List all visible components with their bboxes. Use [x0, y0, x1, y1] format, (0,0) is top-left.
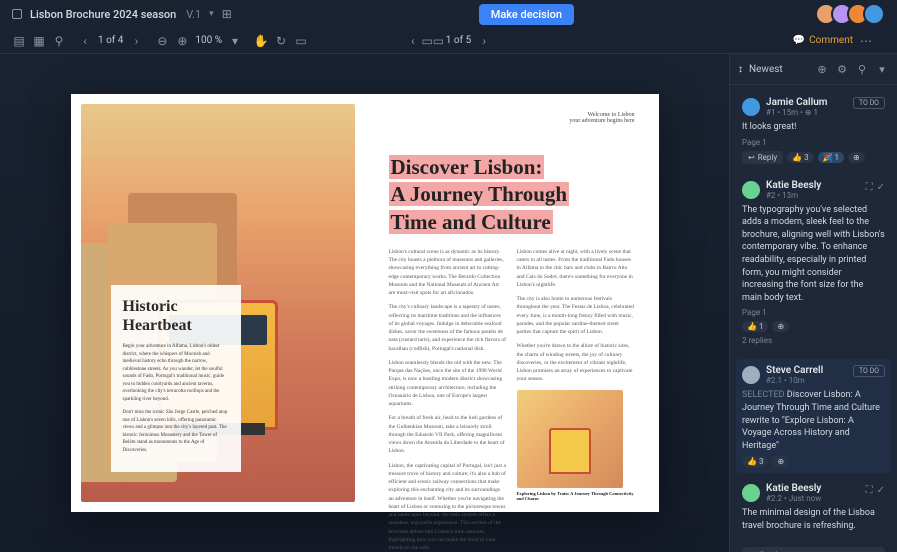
- prev-page-icon[interactable]: ‹: [78, 34, 92, 48]
- page-right: Welcome to Lisbon your adventure begins …: [365, 94, 659, 512]
- body-text: The city is also home to numerous festiv…: [517, 295, 635, 336]
- hand-tool-icon[interactable]: ✋: [254, 34, 268, 48]
- toolbar: ▤ ▦ ⚲ ‹ 1 of 4 › ⊖ ⊕ 100 % ▾ ✋ ↻ ▭ ‹ ▭▭ …: [0, 28, 897, 54]
- body-text: For a breath of fresh air, head to the l…: [389, 414, 507, 455]
- body-text: Don't miss the iconic São Jorge Castle, …: [123, 409, 229, 454]
- link-icon[interactable]: ⛶: [866, 485, 873, 496]
- document-title: Lisbon Brochure 2024 season: [30, 8, 176, 21]
- reaction[interactable]: 🎉 1: [818, 152, 844, 163]
- app-icon: [12, 9, 22, 19]
- search-icon[interactable]: ⚲: [855, 62, 869, 76]
- status-badge[interactable]: TO DO: [853, 365, 885, 377]
- canvas[interactable]: Historic Heartbeat Begin your adventure …: [0, 54, 729, 552]
- prev-spread-icon[interactable]: ‹: [406, 34, 420, 48]
- comment-meta: #1 • 15m • ⊕ 1: [766, 108, 827, 117]
- body-text: Whether you're drawn to the allure of hi…: [517, 342, 635, 383]
- comment-body: It looks great!: [742, 121, 885, 134]
- sort-icon[interactable]: ↕: [738, 64, 743, 75]
- body-text: Lisbon seamlessly blends the old with th…: [389, 359, 507, 409]
- reaction[interactable]: 👍 3: [787, 152, 813, 163]
- comment-body: SELECTED Discover Lisbon: A Journey Thro…: [742, 389, 885, 452]
- left-text-card: Historic Heartbeat Begin your adventure …: [111, 285, 241, 472]
- spread-icon: ▭▭: [426, 34, 440, 48]
- spread-indicator: 1 of 5: [446, 35, 471, 46]
- comment[interactable]: Steve Carrell #2.1 • 10m TO DO SELECTED …: [736, 359, 891, 473]
- status-badge[interactable]: TO DO: [853, 97, 885, 109]
- comment[interactable]: Katie Beesly #2.2 • Just now ⛶ ✓ The mini…: [736, 477, 891, 542]
- next-spread-icon[interactable]: ›: [477, 34, 491, 48]
- settings-icon[interactable]: ⚙: [835, 62, 849, 76]
- avatar: [742, 181, 760, 199]
- body-text: Begin your adventure in Alfama, Lisbon's…: [123, 343, 229, 403]
- body-text: The city's culinary landscape is a tapes…: [389, 303, 507, 353]
- avatar: [742, 366, 760, 384]
- search-icon[interactable]: ⚲: [52, 34, 66, 48]
- add-reaction-button[interactable]: ⊕: [772, 321, 789, 332]
- reaction[interactable]: 👍 3: [742, 456, 768, 467]
- page-ref[interactable]: Page 1: [742, 138, 885, 147]
- reply-button[interactable]: ↩ Reply: [742, 151, 783, 164]
- chevron-down-icon[interactable]: ▾: [209, 9, 214, 19]
- chevron-down-icon[interactable]: ▾: [228, 34, 242, 48]
- reaction[interactable]: 👍 1: [742, 321, 768, 332]
- welcome-block: Welcome to Lisbon your adventure begins …: [569, 112, 634, 124]
- filter-icon[interactable]: ▾: [875, 62, 889, 76]
- version-label[interactable]: V.1: [186, 8, 201, 21]
- body-text: Lisbon comes alive at night, with a live…: [517, 248, 635, 289]
- comment-author: Jamie Callum: [766, 97, 827, 108]
- comment-body: The typography you've selected adds a mo…: [742, 204, 885, 305]
- comment-meta: #2.2 • Just now: [766, 494, 821, 503]
- replies-count[interactable]: 2 replies: [742, 336, 885, 345]
- avatar[interactable]: [863, 3, 885, 25]
- comments-list: Jamie Callum #1 • 15m • ⊕ 1 TO DO It loo…: [730, 85, 897, 552]
- page-indicator: 1 of 4: [98, 35, 123, 46]
- avatar: [742, 484, 760, 502]
- add-reaction-button[interactable]: ⊕: [848, 152, 865, 163]
- reply-input[interactable]: ↩ Reply...: [742, 547, 885, 552]
- avatar: [742, 98, 760, 116]
- page-ref[interactable]: Page 1: [742, 308, 885, 317]
- add-reaction-button[interactable]: ⊕: [772, 456, 789, 467]
- topbar: Lisbon Brochure 2024 season V.1 ▾ ⊞ Make…: [0, 0, 897, 28]
- zoom-in-icon[interactable]: ⊕: [175, 34, 189, 48]
- comment-author: Katie Beesly: [766, 483, 821, 494]
- page-left: Historic Heartbeat Begin your adventure …: [71, 94, 365, 512]
- more-icon[interactable]: ⋯: [859, 34, 873, 48]
- link-icon[interactable]: ⛶: [866, 182, 873, 193]
- left-heading: Historic Heartbeat: [123, 297, 229, 335]
- comments-sidebar: ↕ Newest ⊕ ⚙ ⚲ ▾ Jamie Callum #1 • 15m •…: [729, 54, 897, 552]
- zoom-out-icon[interactable]: ⊖: [155, 34, 169, 48]
- add-comment-icon[interactable]: ⊕: [815, 62, 829, 76]
- grid-icon[interactable]: ▦: [32, 34, 46, 48]
- secondary-illustration: [517, 390, 623, 488]
- sort-label[interactable]: Newest: [749, 64, 809, 75]
- rotate-icon[interactable]: ↻: [274, 34, 288, 48]
- comment-body: The minimal design of the Lisboa travel …: [742, 507, 885, 532]
- make-decision-button[interactable]: Make decision: [479, 4, 574, 25]
- next-page-icon[interactable]: ›: [129, 34, 143, 48]
- comment-icon: 💬: [793, 35, 805, 46]
- check-icon[interactable]: ✓: [877, 485, 885, 496]
- presence-avatars[interactable]: [821, 3, 885, 25]
- cover-illustration: Historic Heartbeat Begin your adventure …: [81, 104, 355, 502]
- image-caption: Exploring Lisbon by Train: A Journey Thr…: [517, 491, 635, 502]
- comment-meta: #2 • 13m: [766, 191, 821, 200]
- comment[interactable]: Jamie Callum #1 • 15m • ⊕ 1 TO DO It loo…: [736, 91, 891, 170]
- comment-author: Steve Carrell: [766, 365, 823, 376]
- body-text: Lisbon's cultural scene is as dynamic as…: [389, 248, 507, 298]
- check-icon[interactable]: ✓: [877, 182, 885, 193]
- comment[interactable]: Katie Beesly #2 • 13m ⛶ ✓ The typography …: [736, 174, 891, 356]
- comment-button[interactable]: 💬Comment: [793, 35, 853, 46]
- zoom-level: 100 %: [195, 35, 222, 46]
- fit-icon[interactable]: ▭: [294, 34, 308, 48]
- comment-author: Katie Beesly: [766, 180, 821, 191]
- book-icon[interactable]: ⊞: [222, 7, 232, 21]
- brochure-title: Discover Lisbon: A Journey Through Time …: [389, 154, 635, 236]
- page-spread: Historic Heartbeat Begin your adventure …: [71, 94, 659, 512]
- body-text: Lisbon, the captivating capital of Portu…: [389, 462, 507, 552]
- sidebar-toggle-icon[interactable]: ▤: [12, 34, 26, 48]
- comment-meta: #2.1 • 10m: [766, 376, 823, 385]
